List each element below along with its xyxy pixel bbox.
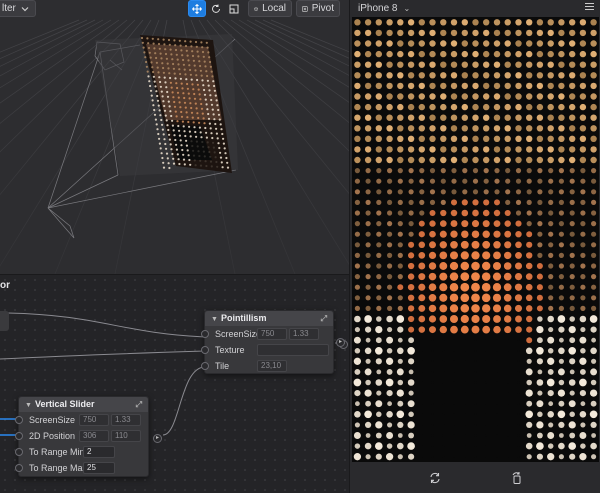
position-x-field[interactable]: 306 [79, 430, 109, 442]
device-screen[interactable] [352, 17, 599, 462]
pointillism-node-title: Pointillism [220, 313, 267, 323]
tile-field[interactable]: 23,10 [257, 360, 287, 372]
scale-tool-button[interactable] [225, 0, 243, 17]
node-row-screensize: ScreenSize 750 1.33 [201, 326, 333, 342]
chevron-down-icon [21, 6, 29, 11]
cube-icon [254, 6, 258, 11]
scene-grid [0, 19, 349, 274]
screensize-x-field[interactable]: 750 [79, 414, 109, 426]
texture-field[interactable] [257, 344, 329, 356]
input-port[interactable] [201, 330, 209, 338]
rotate-icon [212, 4, 220, 13]
rotate-tool-button[interactable] [207, 0, 225, 17]
node-row-range-min: To Range Min 2 [15, 444, 148, 460]
vertical-slider-node-title: Vertical Slider [34, 399, 95, 409]
pivot-icon [302, 5, 308, 12]
collapse-triangle-icon[interactable]: ▼ [25, 402, 32, 409]
input-port[interactable] [201, 346, 209, 354]
expand-icon[interactable]: ⤢ [136, 397, 142, 412]
device-preview-panel: iPhone 8 ⌄ [349, 0, 600, 493]
expand-icon[interactable]: ⤢ [321, 311, 327, 326]
pointillism-render [353, 19, 598, 461]
vertical-slider-node-header[interactable]: ▼ Vertical Slider ⤢ [19, 397, 148, 412]
node-row-screensize: ScreenSize 750 1.33 [15, 412, 148, 428]
input-port[interactable] [201, 362, 209, 370]
pointillism-node[interactable]: ▼ Pointillism ⤢ ScreenSize 750 1.33 Textu… [201, 310, 348, 374]
node-row-texture: Texture [201, 342, 333, 358]
scene-viewport[interactable]: lter Local Pivot [0, 0, 349, 274]
local-space-button[interactable]: Local [248, 0, 292, 17]
move-icon [192, 3, 202, 14]
filter-label: lter [2, 3, 16, 14]
chevron-down-icon[interactable]: ⌄ [403, 4, 410, 13]
screensize-label: ScreenSize [215, 329, 262, 339]
pivot-label: Pivot [311, 3, 334, 14]
range-min-field[interactable]: 2 [83, 446, 115, 458]
pivot-button[interactable]: Pivot [296, 0, 340, 17]
device-selector[interactable]: iPhone 8 [358, 3, 397, 14]
screensize-label: ScreenSize [29, 415, 76, 425]
preview-footer [350, 462, 600, 493]
texture-label: Texture [215, 345, 245, 355]
input-port[interactable] [15, 448, 23, 456]
offscreen-node-stub [0, 311, 9, 331]
vertical-slider-node[interactable]: ▼ Vertical Slider ⤢ ScreenSize 750 1.33 2… [15, 396, 162, 477]
move-tool-button[interactable] [188, 0, 206, 17]
range-max-label: To Range Max [29, 463, 88, 473]
pointillism-node-header[interactable]: ▼ Pointillism ⤢ [205, 311, 333, 326]
viewport-toolbar: lter Local Pivot [0, 0, 349, 20]
local-label: Local [262, 3, 286, 14]
position-label: 2D Position [29, 431, 76, 441]
node-row-range-max: To Range Max 25 [15, 460, 148, 476]
screensize-y-field[interactable]: 1.33 [289, 328, 319, 340]
app-window: lter Local Pivot or ▼ Pointillism ⤢ Scre… [0, 0, 600, 493]
scale-icon [229, 4, 239, 13]
node-editor[interactable]: or ▼ Pointillism ⤢ ScreenSize 750 1.33 T… [0, 274, 349, 493]
position-y-field[interactable]: 110 [111, 430, 141, 442]
screensize-x-field[interactable]: 750 [257, 328, 287, 340]
preview-header: iPhone 8 ⌄ [350, 0, 600, 17]
tile-label: Tile [215, 361, 230, 371]
range-min-label: To Range Min [29, 447, 85, 457]
node-row-tile: Tile 23,10 [201, 358, 333, 374]
rotate-device-icon[interactable] [511, 471, 523, 484]
refresh-icon[interactable] [429, 472, 441, 484]
collapse-triangle-icon[interactable]: ▼ [211, 316, 218, 323]
offscreen-input-port[interactable]: ▸ [336, 338, 345, 347]
range-max-field[interactable]: 25 [83, 462, 115, 474]
menu-icon[interactable] [585, 3, 594, 12]
input-port[interactable] [15, 432, 23, 440]
output-port[interactable]: ▸ [153, 434, 162, 443]
screensize-y-field[interactable]: 1.33 [111, 414, 141, 426]
input-port[interactable] [15, 416, 23, 424]
filter-dropdown[interactable]: lter [0, 0, 36, 17]
input-port[interactable] [15, 464, 23, 472]
node-row-position: 2D Position 306 110 [15, 428, 148, 444]
